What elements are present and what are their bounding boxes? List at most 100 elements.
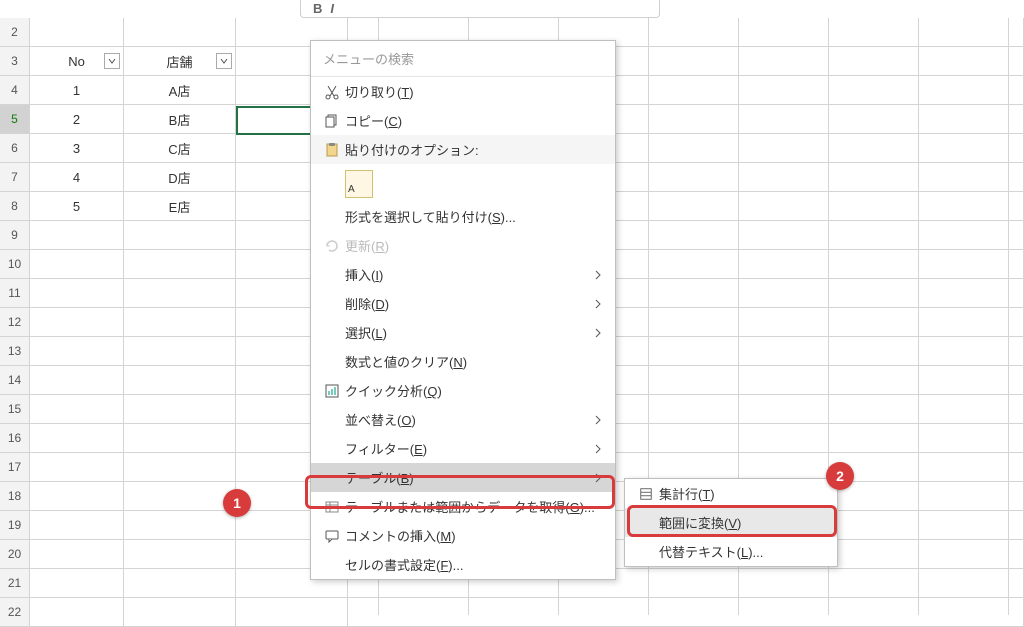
menu-label: 挿入(I) <box>345 265 591 284</box>
cell[interactable] <box>124 366 236 395</box>
cell[interactable] <box>30 221 124 250</box>
cell[interactable] <box>30 395 124 424</box>
cell[interactable] <box>30 337 124 366</box>
bold-icon[interactable]: B <box>313 1 322 16</box>
row-header[interactable]: 10 <box>0 250 30 279</box>
cell[interactable]: C店 <box>124 134 236 163</box>
row-header[interactable]: 17 <box>0 453 30 482</box>
cell[interactable]: 2 <box>30 105 124 134</box>
cell[interactable]: 4 <box>30 163 124 192</box>
cell[interactable] <box>124 337 236 366</box>
cell[interactable] <box>124 250 236 279</box>
row-header[interactable]: 22 <box>0 598 30 627</box>
menu-cut[interactable]: 切り取り(T) <box>311 77 615 106</box>
cell[interactable] <box>30 279 124 308</box>
cell[interactable]: 3 <box>30 134 124 163</box>
row-header[interactable]: 18 <box>0 482 30 511</box>
submenu-arrow-icon <box>591 270 605 280</box>
menu-format-cells[interactable]: セルの書式設定(F)... <box>311 550 615 579</box>
row-header[interactable]: 4 <box>0 76 30 105</box>
row-header[interactable]: 2 <box>0 18 30 47</box>
menu-label: テーブルまたは範囲からデータを取得(G)... <box>345 497 605 516</box>
row-header[interactable]: 9 <box>0 221 30 250</box>
row-header[interactable]: 20 <box>0 540 30 569</box>
menu-filter[interactable]: フィルター(E) <box>311 434 615 463</box>
cell[interactable] <box>30 453 124 482</box>
menu-table[interactable]: テーブル(B) <box>311 463 615 492</box>
menu-paste-special[interactable]: 形式を選択して貼り付け(S)... <box>311 202 615 231</box>
cell[interactable] <box>124 598 236 627</box>
cell[interactable] <box>124 453 236 482</box>
cell[interactable]: A店 <box>124 76 236 105</box>
menu-paste-options-header: 貼り付けのオプション: <box>311 135 615 164</box>
cell[interactable]: 1 <box>30 76 124 105</box>
cell[interactable] <box>124 308 236 337</box>
cell[interactable]: 店舗 <box>124 47 236 76</box>
submenu-arrow-icon <box>591 473 605 483</box>
row-header[interactable]: 21 <box>0 569 30 598</box>
cell[interactable]: D店 <box>124 163 236 192</box>
cell[interactable] <box>30 598 124 627</box>
row-header[interactable]: 12 <box>0 308 30 337</box>
menu-insert-comment[interactable]: コメントの挿入(M) <box>311 521 615 550</box>
cell[interactable] <box>124 569 236 598</box>
menu-copy[interactable]: コピー(C) <box>311 106 615 135</box>
paste-option-a-icon[interactable]: A <box>345 170 373 198</box>
cell[interactable] <box>124 540 236 569</box>
menu-clear-contents[interactable]: 数式と値のクリア(N) <box>311 347 615 376</box>
menu-label: 選択(L) <box>345 323 591 342</box>
row-header[interactable]: 5 <box>0 105 30 134</box>
cell[interactable] <box>124 221 236 250</box>
cell[interactable]: B店 <box>124 105 236 134</box>
paste-icon <box>319 142 345 158</box>
cell[interactable] <box>124 424 236 453</box>
cell[interactable] <box>30 569 124 598</box>
cell[interactable] <box>30 540 124 569</box>
cell[interactable] <box>30 424 124 453</box>
cell[interactable] <box>30 18 124 47</box>
menu-quick-analysis[interactable]: クイック分析(Q) <box>311 376 615 405</box>
cell[interactable]: E店 <box>124 192 236 221</box>
menu-select[interactable]: 選択(L) <box>311 318 615 347</box>
cell[interactable] <box>236 598 348 627</box>
copy-icon <box>319 113 345 129</box>
row-header[interactable]: 16 <box>0 424 30 453</box>
row-header[interactable]: 8 <box>0 192 30 221</box>
menu-delete[interactable]: 削除(D) <box>311 289 615 318</box>
row-header[interactable]: 15 <box>0 395 30 424</box>
row-header[interactable]: 19 <box>0 511 30 540</box>
submenu-alt-text[interactable]: 代替テキスト(L)... <box>625 537 837 566</box>
row-header[interactable]: 14 <box>0 366 30 395</box>
row-header[interactable]: 6 <box>0 134 30 163</box>
submenu-convert-to-range[interactable]: 範囲に変換(V) <box>625 508 837 537</box>
cell[interactable]: No <box>30 47 124 76</box>
gridline <box>918 18 919 615</box>
cell[interactable] <box>124 482 236 511</box>
cell[interactable]: 5 <box>30 192 124 221</box>
cell[interactable] <box>30 250 124 279</box>
cell[interactable] <box>124 279 236 308</box>
cell[interactable] <box>124 511 236 540</box>
menu-sort[interactable]: 並べ替え(O) <box>311 405 615 434</box>
menu-insert[interactable]: 挿入(I) <box>311 260 615 289</box>
row-header[interactable]: 3 <box>0 47 30 76</box>
cell[interactable] <box>30 511 124 540</box>
filter-dropdown-icon[interactable] <box>104 53 120 69</box>
cell[interactable] <box>124 18 236 47</box>
submenu-arrow-icon <box>591 328 605 338</box>
cell[interactable] <box>348 598 1024 627</box>
submenu-label: 代替テキスト(L)... <box>659 542 825 561</box>
menu-get-data[interactable]: テーブルまたは範囲からデータを取得(G)... <box>311 492 615 521</box>
submenu-totals-row[interactable]: 集計行(T) <box>625 479 837 508</box>
cell[interactable] <box>30 308 124 337</box>
italic-icon[interactable]: I <box>330 1 334 16</box>
row-header[interactable]: 7 <box>0 163 30 192</box>
menu-search[interactable]: メニューの検索 <box>311 41 615 77</box>
cell[interactable] <box>30 482 124 511</box>
row-header[interactable]: 13 <box>0 337 30 366</box>
cell[interactable] <box>30 366 124 395</box>
row-header[interactable]: 11 <box>0 279 30 308</box>
cell[interactable] <box>124 395 236 424</box>
filter-dropdown-icon[interactable] <box>216 53 232 69</box>
get-data-icon <box>319 499 345 515</box>
